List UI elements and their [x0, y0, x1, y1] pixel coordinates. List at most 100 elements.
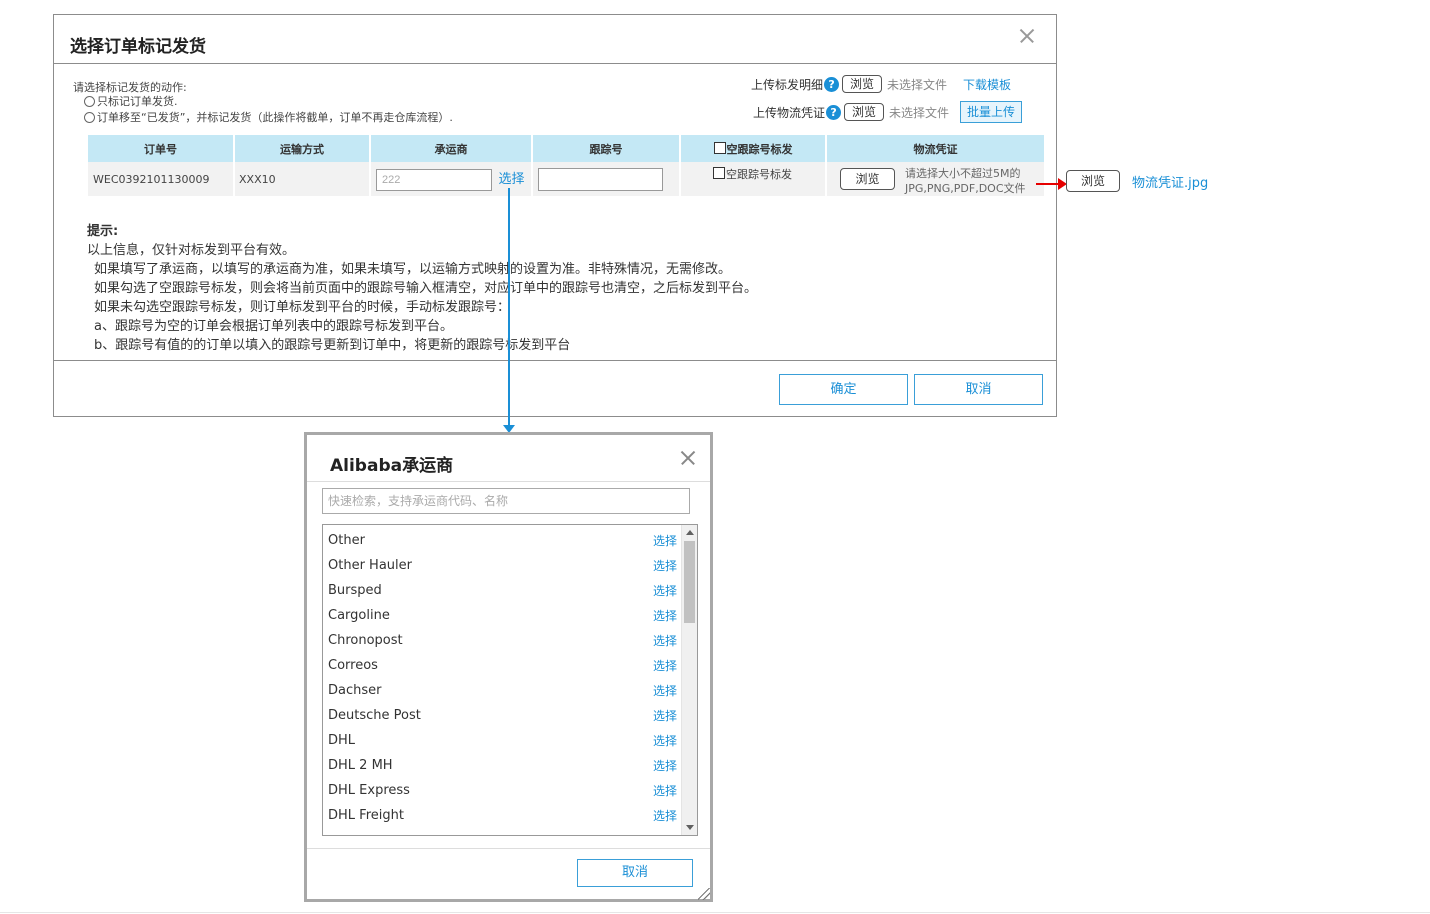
radio-move-to-shipped[interactable]: 订单移至“已发货”，并标记发货（此操作将截单，订单不再走仓库流程）. — [84, 109, 453, 125]
radio-mark-only[interactable]: 只标记订单发货. — [84, 93, 178, 109]
scrollbar[interactable] — [681, 525, 697, 835]
checkbox-empty-tracking[interactable] — [713, 167, 725, 179]
carrier-popup: Alibaba承运商 Other 选择 Other Hauler 选择 Burspe… — [304, 432, 713, 902]
carrier-input[interactable] — [376, 168, 492, 191]
upload-proof-label: 上传物流凭证 — [753, 105, 826, 120]
page-divider — [0, 912, 1430, 913]
tips-line: 以上信息，仅针对标发到平台有效。 — [87, 243, 296, 258]
list-item: Other Hauler 选择 — [323, 553, 681, 578]
pick-link[interactable]: 选择 — [653, 607, 677, 624]
carrier-name: Chronopost — [328, 633, 403, 648]
shipping-method-cell: XXX10 — [234, 162, 371, 196]
col-tracking-no: 跟踪号 — [532, 135, 681, 162]
carrier-name: Other Hauler — [328, 558, 412, 573]
carrier-name: Correos — [328, 658, 378, 673]
close-icon[interactable] — [1016, 25, 1038, 47]
upload-detail-label: 上传标发明细 — [751, 77, 824, 92]
list-item: Cargoline 选择 — [323, 603, 681, 628]
tips-line: 如果填写了承运商，以填写的承运商为准，如果未填写，以运输方式映射的设置为准。非特… — [94, 262, 732, 277]
radio-circle-icon[interactable] — [84, 95, 95, 107]
upload-proof-row: 上传物流凭证 ? 浏览 未选择文件 批量上传 — [753, 101, 1023, 123]
scroll-up-icon[interactable] — [682, 525, 697, 539]
pick-link[interactable]: 选择 — [653, 632, 677, 649]
red-arrow-line — [1036, 183, 1060, 185]
pick-link[interactable]: 选择 — [653, 757, 677, 774]
carrier-list-items: Other 选择 Other Hauler 选择 Bursped 选择 Cargoli… — [323, 528, 681, 828]
popup-title: Alibaba承运商 — [330, 456, 454, 476]
col-empty-tracking: 空跟踪号标发 — [680, 135, 827, 162]
table-header-row: 订单号 运输方式 承运商 跟踪号 空跟踪号标发 物流凭证 — [88, 135, 1044, 162]
pick-link[interactable]: 选择 — [653, 657, 677, 674]
batch-upload-button[interactable]: 批量上传 — [960, 101, 1023, 123]
empty-tracking-cell: 空跟踪号标发 — [680, 162, 827, 196]
carrier-list: Other 选择 Other Hauler 选择 Bursped 选择 Cargoli… — [322, 524, 698, 836]
col-proof: 物流凭证 — [826, 135, 1044, 162]
order-no-cell: WEC0392101130009 — [88, 162, 235, 196]
list-item: DHL Freight 选择 — [323, 803, 681, 828]
col-order-no: 订单号 — [88, 135, 235, 162]
proof-browse-button[interactable]: 浏览 — [840, 168, 895, 190]
pick-link[interactable]: 选择 — [653, 532, 677, 549]
scroll-down-icon[interactable] — [682, 821, 697, 835]
tips-title: 提示: — [87, 224, 119, 239]
list-item: Bursped 选择 — [323, 578, 681, 603]
carrier-name: Other — [328, 533, 365, 548]
pick-link[interactable]: 选择 — [653, 557, 677, 574]
cancel-button[interactable]: 取消 — [914, 374, 1043, 405]
help-icon[interactable]: ? — [826, 104, 842, 120]
list-item: DHL Express 选择 — [323, 778, 681, 803]
table-row: WEC0392101130009 XXX10 选择 空跟踪号标发 浏览 请 — [88, 162, 1044, 196]
connector-line — [508, 188, 510, 426]
confirm-button[interactable]: 确定 — [779, 374, 908, 405]
help-icon[interactable]: ? — [824, 76, 840, 92]
popup-cancel-button[interactable]: 取消 — [577, 859, 693, 887]
no-file-text: 未选择文件 — [889, 105, 950, 120]
dialog-title: 选择订单标记发货 — [70, 37, 206, 57]
browse-proof-button[interactable]: 浏览 — [844, 103, 885, 121]
carrier-name: DHL — [328, 733, 356, 748]
list-item: DHL 2 MH 选择 — [323, 753, 681, 778]
pick-link[interactable]: 选择 — [653, 707, 677, 724]
orders-table: 订单号 运输方式 承运商 跟踪号 空跟踪号标发 物流凭证 WEC03921011… — [88, 135, 1044, 196]
carrier-name: DHL Express — [328, 783, 410, 798]
pick-link[interactable]: 选择 — [653, 732, 677, 749]
mark-shipped-dialog: 选择订单标记发货 请选择标记发货的动作: 只标记订单发货. 订单移至“已发货”，… — [53, 14, 1057, 417]
carrier-name: DHL 2 MH — [328, 758, 393, 773]
checkbox-all-empty-tracking[interactable] — [713, 141, 726, 154]
carrier-search-input[interactable] — [322, 488, 690, 514]
list-item: Correos 选择 — [323, 653, 681, 678]
proof-hint-line: JPG,PNG,PDF,DOC文件 — [905, 182, 1026, 195]
pick-link[interactable]: 选择 — [653, 782, 677, 799]
carrier-name: Dachser — [328, 683, 382, 698]
pick-link[interactable]: 选择 — [653, 807, 677, 824]
browse-detail-button[interactable]: 浏览 — [842, 75, 883, 93]
tips-block: 提示: 以上信息，仅针对标发到平台有效。 如果填写了承运商，以填写的承运商为准，… — [87, 222, 757, 355]
carrier-pick-link[interactable]: 选择 — [499, 172, 525, 187]
col-carrier: 承运商 — [370, 135, 533, 162]
proof-hint: 请选择大小不超过5M的 JPG,PNG,PDF,DOC文件 — [905, 166, 1026, 196]
close-icon[interactable] — [679, 449, 697, 467]
scrollbar-thumb[interactable] — [684, 541, 695, 623]
proof-file-link[interactable]: 物流凭证.jpg — [1132, 172, 1208, 191]
proof-hint-line: 请选择大小不超过5M的 — [905, 167, 1021, 180]
radio-circle-icon[interactable] — [84, 111, 95, 123]
download-template-link[interactable]: 下载模板 — [963, 76, 1011, 93]
proof-cell: 浏览 请选择大小不超过5M的 JPG,PNG,PDF,DOC文件 — [826, 162, 1044, 196]
tips-line: a、跟踪号为空的订单会根据订单列表中的跟踪号标发到平台。 — [94, 319, 453, 334]
tracking-cell — [532, 162, 681, 196]
list-item: Chronopost 选择 — [323, 628, 681, 653]
radio-label: 只标记订单发货. — [97, 95, 178, 108]
carrier-name: Cargoline — [328, 608, 390, 623]
carrier-name: Bursped — [328, 583, 382, 598]
pick-link[interactable]: 选择 — [653, 582, 677, 599]
col-empty-tracking-label: 空跟踪号标发 — [726, 142, 793, 156]
upload-detail-row: 上传标发明细 ? 浏览 未选择文件 下载模板 — [751, 75, 1011, 93]
pick-link[interactable]: 选择 — [653, 682, 677, 699]
divider — [307, 481, 710, 482]
resize-grip-icon[interactable] — [698, 888, 710, 900]
tracking-input[interactable] — [538, 167, 663, 191]
proof-browse-button-example[interactable]: 浏览 — [1066, 170, 1120, 192]
tips-line: 如果勾选了空跟踪号标发，则会将当前页面中的跟踪号输入框清空，对应订单中的跟踪号也… — [94, 281, 758, 296]
divider — [54, 360, 1056, 361]
tips-line: 如果未勾选空跟踪号标发，则订单标发到平台的时候，手动标发跟踪号： — [94, 300, 511, 315]
